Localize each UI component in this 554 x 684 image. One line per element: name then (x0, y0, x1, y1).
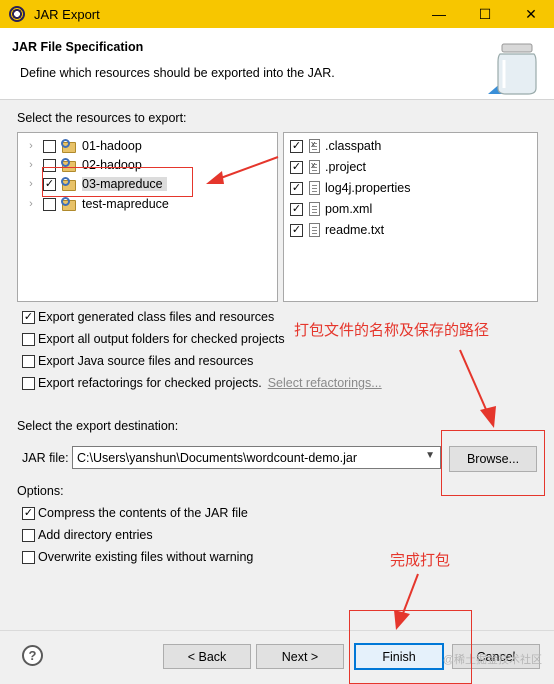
file-label: pom.xml (325, 202, 373, 216)
file-item-classpath[interactable]: ✓ .classpath (290, 136, 381, 156)
checkbox[interactable] (22, 354, 35, 368)
option-compress[interactable]: ✓ Compress the contents of the JAR file (22, 504, 248, 522)
expand-chevron-icon[interactable]: › (26, 140, 36, 152)
file-label: readme.txt (325, 223, 385, 237)
option-label: Add directory entries (38, 528, 153, 542)
file-item-pom[interactable]: ✓ pom.xml (290, 199, 372, 219)
option-label: Export all output folders for checked pr… (38, 332, 285, 346)
file-item-log4j[interactable]: ✓ log4j.properties (290, 178, 410, 198)
wizard-header: JAR File Specification Define which reso… (0, 28, 554, 100)
option-export-refactorings[interactable]: Export refactorings for checked projects… (22, 374, 382, 392)
expand-chevron-icon[interactable]: › (26, 159, 36, 171)
checkbox[interactable] (22, 528, 35, 542)
minimize-button[interactable]: — (416, 0, 462, 28)
option-label: Overwrite existing files without warning (38, 550, 254, 564)
option-label: Export refactorings for checked projects… (38, 376, 262, 390)
checkbox-checked[interactable]: ✓ (290, 139, 303, 153)
annotation-finish-note: 完成打包 (390, 551, 451, 569)
option-export-class-files[interactable]: ✓ Export generated class files and resou… (22, 308, 274, 326)
file-icon (309, 223, 320, 237)
checkbox[interactable] (22, 376, 35, 390)
option-label: Export generated class files and resourc… (38, 310, 275, 324)
checkbox-checked[interactable]: ✓ (290, 223, 303, 237)
jar-icon (488, 43, 537, 95)
chevron-down-icon[interactable]: ▼ (425, 450, 435, 461)
jar-file-combo[interactable]: C:\Users\yanshun\Documents\wordcount-dem… (72, 446, 441, 469)
x-file-icon (309, 139, 320, 153)
title-bar: JAR Export — ☐ ✕ (0, 0, 554, 28)
option-export-output-folders[interactable]: Export all output folders for checked pr… (22, 330, 285, 348)
file-label: .classpath (325, 139, 382, 153)
jar-file-value: C:\Users\yanshun\Documents\wordcount-dem… (77, 450, 357, 465)
tree-item-test-mapreduce[interactable]: › test-mapreduce (18, 194, 169, 214)
checkbox-checked[interactable]: ✓ (22, 310, 35, 324)
page-title: JAR File Specification (12, 40, 144, 54)
file-label: log4j.properties (325, 181, 411, 195)
file-list[interactable]: ✓ .classpath ✓ .project ✓ log4j.properti… (283, 132, 538, 302)
close-button[interactable]: ✕ (508, 0, 554, 28)
option-label: Compress the contents of the JAR file (38, 506, 248, 520)
checkbox[interactable] (22, 550, 35, 564)
destination-label: Select the export destination: (17, 419, 179, 433)
options-label: Options: (17, 484, 64, 498)
file-icon (309, 202, 320, 216)
checkbox[interactable] (43, 197, 56, 211)
project-tree[interactable]: › 01-hadoop › 02-hadoop › ✓ 03-mapreduce… (17, 132, 278, 302)
option-label: Export Java source files and resources (38, 354, 254, 368)
tree-item-label: 01-hadoop (82, 139, 142, 153)
annotation-box-project (42, 167, 193, 197)
checkbox-checked[interactable]: ✓ (290, 181, 303, 195)
window-title: JAR Export (34, 6, 100, 22)
expand-chevron-icon[interactable]: › (26, 198, 36, 210)
checkbox[interactable] (43, 139, 56, 153)
checkbox[interactable] (22, 332, 35, 346)
checkbox-checked[interactable]: ✓ (290, 160, 303, 174)
file-label: .project (325, 160, 366, 174)
maximize-button[interactable]: ☐ (462, 0, 508, 28)
file-icon (309, 181, 320, 195)
java-project-icon (61, 196, 78, 212)
resources-label: Select the resources to export: (17, 111, 187, 125)
file-item-project[interactable]: ✓ .project (290, 157, 366, 177)
tree-item-01-hadoop[interactable]: › 01-hadoop (18, 136, 142, 156)
next-button[interactable]: Next > (256, 644, 344, 669)
option-export-source-files[interactable]: Export Java source files and resources (22, 352, 253, 370)
tree-item-label: test-mapreduce (82, 197, 169, 211)
jar-file-label: JAR file: (22, 451, 69, 465)
annotation-box-finish (349, 610, 472, 684)
checkbox-checked[interactable]: ✓ (290, 202, 303, 216)
select-refactorings-link[interactable]: Select refactorings... (268, 376, 382, 390)
annotation-box-browse (441, 430, 545, 496)
file-item-readme[interactable]: ✓ readme.txt (290, 220, 384, 240)
back-button[interactable]: < Back (163, 644, 251, 669)
expand-chevron-icon[interactable]: › (26, 178, 36, 190)
page-description: Define which resources should be exporte… (20, 66, 335, 80)
annotation-path-note: 打包文件的名称及保存的路径 (294, 321, 490, 339)
option-overwrite-files[interactable]: Overwrite existing files without warning (22, 548, 253, 566)
eclipse-icon (9, 6, 25, 22)
checkbox-checked[interactable]: ✓ (22, 506, 35, 520)
x-file-icon (309, 160, 320, 174)
help-icon[interactable]: ? (22, 645, 43, 666)
option-add-directory-entries[interactable]: Add directory entries (22, 526, 153, 544)
java-project-icon (61, 138, 78, 154)
